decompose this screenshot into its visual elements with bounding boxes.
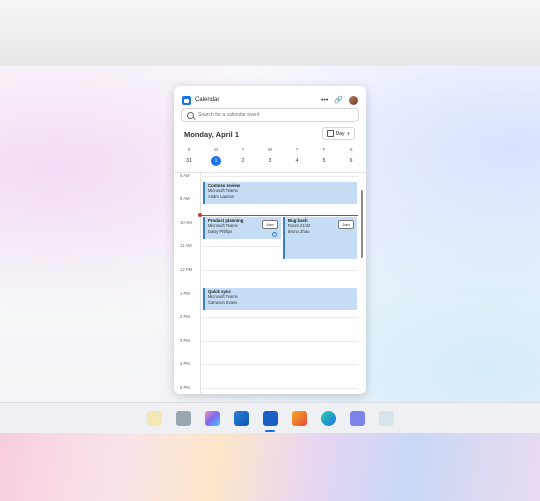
taskbar-system[interactable]: [375, 407, 397, 429]
day-number: 5: [322, 158, 326, 164]
scrollbar[interactable]: [361, 190, 363, 258]
calendar-app-icon: [182, 95, 191, 105]
taskbar-calendar[interactable]: [259, 407, 281, 432]
day-of-week: W: [267, 147, 273, 152]
widgets-icon: [146, 410, 162, 426]
file-explorer-icon: [175, 410, 191, 426]
hour-label: 10 AM: [180, 220, 192, 225]
day-number: 31: [186, 158, 192, 164]
event-organizer: Bruno Zhao: [288, 228, 310, 234]
current-time-dot: [198, 213, 202, 217]
teams-icon: [349, 410, 365, 426]
hour-label: 3 PM: [180, 338, 190, 343]
event-contoso-review[interactable]: Contoso review Microsoft Teams Andre Law…: [203, 182, 357, 204]
day-grid: 8 AM 9 AM 10 AM 11 AM 12 PM 1 PM 2 PM 3 …: [174, 173, 366, 394]
taskbar-outlook[interactable]: [230, 407, 252, 429]
edge-icon: [320, 410, 336, 426]
day-of-week: S: [349, 147, 353, 152]
event-quick-sync[interactable]: Quick sync Microsoft Teams Cameron Evans: [203, 288, 357, 310]
taskbar-widgets[interactable]: [143, 407, 165, 429]
time-gutter-line: [200, 173, 201, 394]
event-organizer: Andre Lawson: [208, 193, 235, 199]
hour-line: [202, 364, 358, 365]
sync-icon: [272, 232, 277, 237]
day-fri[interactable]: F 5: [316, 146, 332, 166]
header-actions: ••• 🔗: [321, 95, 358, 105]
hour-label: 8 AM: [180, 173, 190, 178]
search-input[interactable]: [198, 112, 348, 118]
day-number: 6: [349, 158, 353, 164]
taskbar-edge[interactable]: [317, 407, 339, 429]
view-dropdown[interactable]: Day ▼: [322, 127, 355, 140]
day-thu[interactable]: T 4: [289, 146, 305, 166]
hour-label: 9 AM: [180, 196, 190, 201]
taskbar-file-explorer[interactable]: [172, 407, 194, 429]
photos-icon: [204, 410, 220, 426]
hour-line: [202, 317, 358, 318]
search-box[interactable]: [181, 108, 359, 122]
current-time-line: [200, 215, 358, 216]
day-of-week: F: [322, 147, 326, 152]
taskbar-office[interactable]: [288, 407, 310, 429]
taskbar-teams[interactable]: [346, 407, 368, 429]
day-sun[interactable]: S 31: [181, 146, 197, 166]
system-icon: [378, 410, 394, 426]
office-icon: [291, 410, 307, 426]
day-mon[interactable]: M 1: [208, 146, 224, 166]
hour-line: [202, 388, 358, 389]
day-number: 2: [241, 158, 245, 164]
hour-label: 1 PM: [180, 291, 190, 296]
hour-label: 5 PM: [180, 385, 190, 390]
hour-label: 12 PM: [180, 267, 193, 272]
hour-label: 2 PM: [180, 314, 190, 319]
page-title: Monday, April 1: [184, 130, 240, 139]
link-icon[interactable]: 🔗: [334, 96, 343, 104]
hour-line: [202, 176, 358, 177]
join-button[interactable]: Join: [338, 220, 354, 229]
calendar-icon: [262, 410, 278, 426]
taskbar-photos[interactable]: [201, 407, 223, 429]
hour-label: 4 PM: [180, 361, 190, 366]
week-strip: S 31 M 1 T 2 W 3 T 4 F 5 S 6: [174, 146, 366, 170]
event-product-planning[interactable]: Product planning Microsoft Teams Daisy P…: [203, 217, 281, 239]
day-wed[interactable]: W 3: [262, 146, 278, 166]
chevron-down-icon: ▼: [346, 131, 351, 136]
day-of-week: M: [214, 147, 218, 152]
search-icon: [187, 111, 194, 119]
top-background: [0, 0, 540, 66]
desktop-wallpaper-lower: [0, 432, 540, 501]
day-number: 4: [295, 158, 299, 164]
day-tue[interactable]: T 2: [235, 146, 251, 166]
event-organizer: Daisy Phillips: [208, 228, 233, 234]
taskbar: [0, 402, 540, 433]
view-label: Day: [335, 130, 345, 137]
day-of-week: S: [187, 147, 191, 152]
panel-header: Calendar ••• 🔗: [182, 93, 358, 107]
event-bug-bash[interactable]: Bug bash Room 21/32 Bruno Zhao Join: [283, 217, 357, 259]
day-sat[interactable]: S 6: [343, 146, 359, 166]
day-of-week: T: [295, 147, 299, 152]
more-options-icon[interactable]: •••: [321, 97, 328, 104]
day-number: 3: [268, 158, 272, 164]
calendar-view-icon: [326, 130, 334, 137]
day-of-week: T: [241, 147, 245, 152]
app-title: Calendar: [195, 97, 220, 103]
hour-label: 11 AM: [180, 243, 192, 248]
calendar-panel: Calendar ••• 🔗 Monday, April 1 Day ▼ S 3…: [174, 86, 366, 394]
hour-line: [202, 270, 358, 271]
outlook-icon: [233, 410, 249, 426]
join-button[interactable]: Join: [262, 220, 278, 229]
event-organizer: Cameron Evans: [208, 299, 238, 305]
hour-line: [202, 341, 358, 342]
day-number-selected: 1: [211, 156, 221, 166]
avatar[interactable]: [349, 95, 358, 105]
